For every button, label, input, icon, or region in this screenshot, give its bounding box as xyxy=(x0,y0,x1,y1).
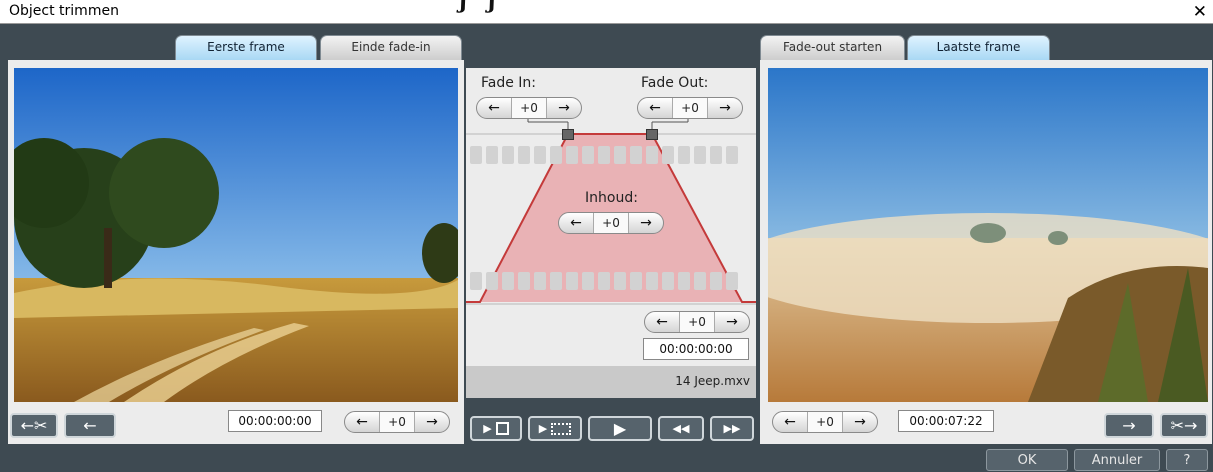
close-icon[interactable]: ✕ xyxy=(1193,2,1207,22)
left-stepper: ← +0 → xyxy=(344,411,450,433)
tab-fade-out-starten[interactable]: Fade-out starten xyxy=(760,35,905,60)
tab-laatste-frame[interactable]: Laatste frame xyxy=(907,35,1050,60)
arrow-left-icon[interactable]: ← xyxy=(638,98,672,118)
play-icon: ▶ xyxy=(538,422,548,435)
center-stepper: ← +0 → xyxy=(644,311,750,333)
save-play-button[interactable]: ▶ xyxy=(470,416,522,441)
arrow-left-icon[interactable]: ← xyxy=(773,412,807,432)
window-title: Object trimmen xyxy=(9,3,119,19)
prev-frame-button[interactable]: ← xyxy=(64,413,116,438)
fade-out-handle[interactable] xyxy=(646,129,658,140)
arrow-right-icon: → xyxy=(1122,416,1136,435)
arrow-right-icon[interactable]: → xyxy=(708,98,742,118)
fade-out-stepper: ← +0 → xyxy=(637,97,743,119)
play-button[interactable]: ▶ xyxy=(588,416,652,441)
fade-in-value[interactable]: +0 xyxy=(511,98,547,118)
arrow-right-icon[interactable]: → xyxy=(629,213,663,233)
filename-label: 14 Jeep.mxv xyxy=(675,374,750,388)
cut-icon: ✂ xyxy=(34,416,48,435)
film-strip-top xyxy=(470,146,738,164)
cut-left-button[interactable]: ← ✂ xyxy=(10,413,58,438)
play-icon: ▶ xyxy=(483,422,492,435)
right-stepper-value[interactable]: +0 xyxy=(807,412,843,432)
right-timecode[interactable]: 00:00:07:22 xyxy=(898,410,994,432)
cut-icon: ✂ xyxy=(1170,416,1184,435)
cut-right-button[interactable]: ✂ → xyxy=(1160,413,1208,438)
arrow-right-icon[interactable]: → xyxy=(547,98,581,118)
left-stepper-value[interactable]: +0 xyxy=(379,412,415,432)
content-value[interactable]: +0 xyxy=(593,213,629,233)
film-strip-bottom xyxy=(470,272,738,290)
fast-forward-icon: ▶▶ xyxy=(723,422,741,435)
fade-in-stepper: ← +0 → xyxy=(476,97,582,119)
fade-in-label: Fade In: xyxy=(481,75,537,91)
fade-out-value[interactable]: +0 xyxy=(672,98,708,118)
arrow-left-icon: ← xyxy=(83,416,97,435)
next-frame-button[interactable]: → xyxy=(1104,413,1154,438)
fade-in-handle[interactable] xyxy=(562,129,574,140)
rewind-icon: ◀◀ xyxy=(672,422,690,435)
content-stepper: ← +0 → xyxy=(558,212,664,234)
left-timecode[interactable]: 00:00:00:00 xyxy=(228,410,322,432)
overlay-fragment: ʃʼ ʃ xyxy=(460,0,498,14)
play-icon: ▶ xyxy=(613,419,627,438)
content-label: Inhoud: xyxy=(585,190,638,206)
arrow-right-icon[interactable]: → xyxy=(843,412,877,432)
first-frame-video xyxy=(14,68,458,402)
rewind-button[interactable]: ◀◀ xyxy=(658,416,704,441)
arrow-left-icon[interactable]: ← xyxy=(477,98,511,118)
title-bar: Object trimmen ʃʼ ʃ ✕ xyxy=(0,0,1213,24)
help-button[interactable]: ? xyxy=(1166,449,1208,471)
film-icon xyxy=(551,422,572,435)
floppy-icon xyxy=(495,422,509,435)
ok-button[interactable]: OK xyxy=(986,449,1068,471)
arrow-left-icon[interactable]: ← xyxy=(345,412,379,432)
fade-out-label: Fade Out: xyxy=(641,75,709,91)
arrow-left-icon[interactable]: ← xyxy=(559,213,593,233)
arrow-right-icon: → xyxy=(1184,416,1198,435)
arrow-left-icon[interactable]: ← xyxy=(645,312,679,332)
center-timecode[interactable]: 00:00:00:00 xyxy=(643,338,749,360)
tab-eerste-frame[interactable]: Eerste frame xyxy=(175,35,317,60)
arrow-right-icon[interactable]: → xyxy=(415,412,449,432)
film-play-button[interactable]: ▶ xyxy=(528,416,582,441)
fast-forward-button[interactable]: ▶▶ xyxy=(710,416,754,441)
cancel-button[interactable]: Annuler xyxy=(1074,449,1160,471)
tab-einde-fade-in[interactable]: Einde fade-in xyxy=(320,35,462,60)
last-frame-video xyxy=(768,68,1208,402)
arrow-right-icon[interactable]: → xyxy=(715,312,749,332)
arrow-left-icon: ← xyxy=(20,416,34,435)
center-stepper-value[interactable]: +0 xyxy=(679,312,715,332)
right-stepper: ← +0 → xyxy=(772,411,878,433)
